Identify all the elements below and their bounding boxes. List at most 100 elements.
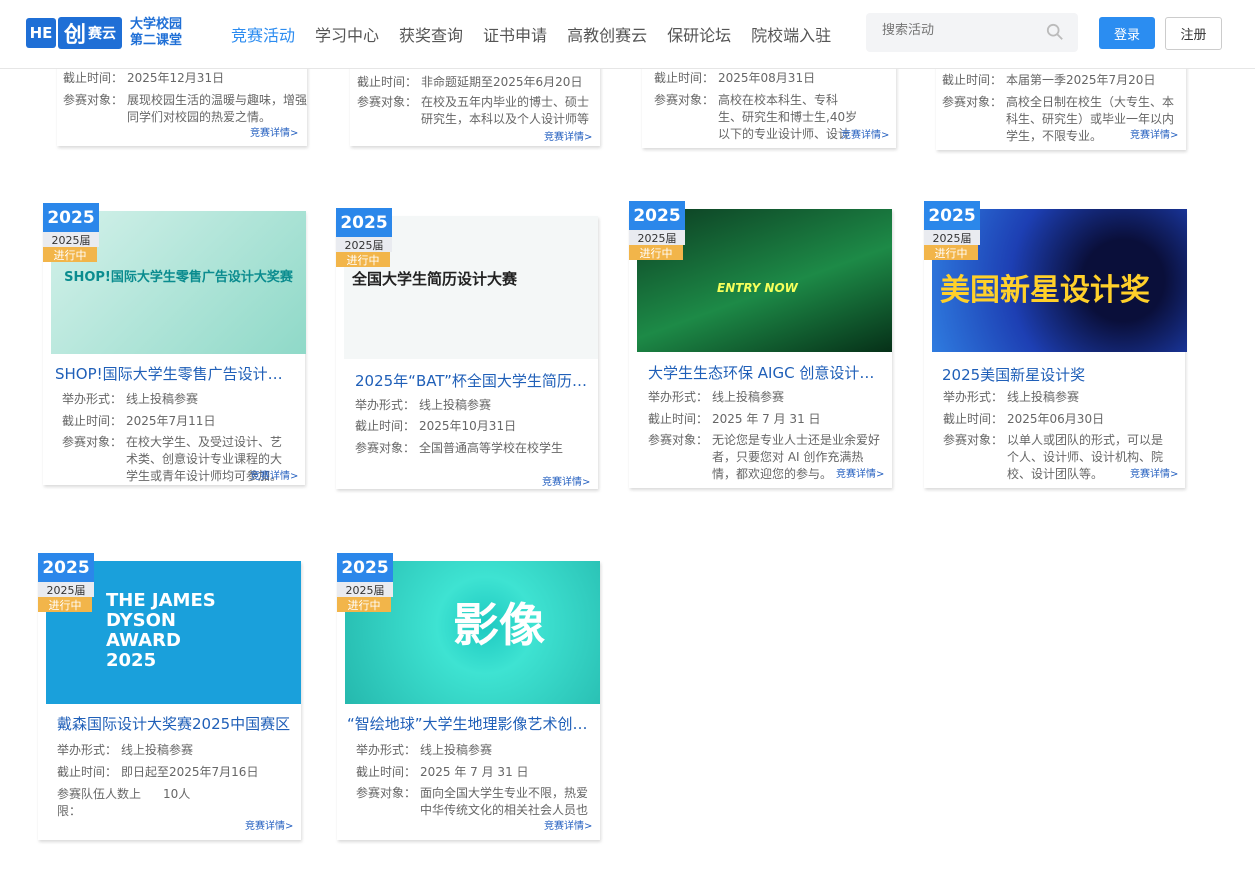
target-value: 全国普通高等学校在校学生: [419, 441, 564, 455]
badge-session: 2025届: [337, 582, 393, 597]
form-label: 举办形式：: [355, 398, 416, 412]
logo-line-2: 第二课堂: [130, 33, 183, 48]
target-label: 参赛对象：: [648, 433, 709, 447]
register-button[interactable]: 注册: [1165, 17, 1222, 50]
detail-link[interactable]: 竞赛详情>: [841, 126, 889, 141]
target-label: 参赛对象：: [356, 786, 417, 800]
year-badge: 2025 2025届 进行中: [629, 201, 685, 260]
detail-link[interactable]: 竞赛详情>: [1130, 465, 1178, 480]
badge-session: 2025届: [38, 582, 94, 597]
poster-title: SHOP!国际大学生零售广告设计大奖赛: [64, 270, 293, 285]
logo-subtitle: 大学校园 第二课堂: [130, 17, 182, 49]
logo-line-1: 大学校园: [130, 17, 183, 32]
deadline-value: 2025年10月31日: [419, 419, 517, 433]
badge-year: 2025: [924, 201, 980, 230]
form-label: 举办形式：: [943, 390, 1004, 404]
target-label: 参赛对象：: [355, 441, 416, 455]
badge-year: 2025: [336, 208, 392, 237]
nav-competitions[interactable]: 竞赛活动: [231, 22, 295, 46]
badge-session: 2025届: [924, 230, 980, 245]
target-label: 参赛对象：: [357, 95, 418, 109]
deadline-value: 2025年12月31日: [127, 71, 225, 85]
form-label: 举办形式：: [62, 392, 123, 406]
target-value: 面向全国大学生专业不限，热爱中华传统文化的相关社会人员也可参加。: [420, 786, 589, 817]
badge-status: 进行中: [38, 597, 92, 612]
year-badge: 2025 2025届 进行中: [43, 203, 99, 262]
badge-session: 2025届: [336, 237, 392, 252]
deadline-label: 截止时间：: [355, 419, 416, 433]
nav-school-join[interactable]: 院校端入驻: [751, 22, 831, 46]
deadline-value: 即日起至2025年7月16日: [121, 765, 259, 779]
nav-learning-center[interactable]: 学习中心: [315, 22, 379, 46]
year-badge: 2025 2025届 进行中: [924, 201, 980, 260]
poster-title: 美国新星设计奖: [940, 273, 1150, 308]
poster-title: 全国大学生简历设计大赛: [352, 270, 518, 288]
form-value: 线上投稿参赛: [419, 398, 492, 412]
year-badge: 2025 2025届 进行中: [336, 208, 392, 267]
target-label: 参赛对象：: [63, 93, 124, 107]
target-label: 参赛对象：: [943, 433, 1004, 447]
target-label: 参赛对象：: [654, 93, 715, 107]
nav-certificate[interactable]: 证书申请: [483, 22, 547, 46]
deadline-value: 2025 年 7 月 31 日: [420, 765, 529, 779]
target-value: 高校在校本科生、专科生、研究生和博士生,40岁以下的专业设计师、设计爱好者...: [718, 93, 858, 141]
form-label: 举办形式：: [356, 743, 417, 757]
deadline-label: 截止时间：: [943, 412, 1004, 426]
detail-link[interactable]: 竞赛详情>: [245, 817, 293, 832]
deadline-value: 2025年06月30日: [1007, 412, 1105, 426]
year-badge: 2025 2025届 进行中: [337, 553, 393, 612]
form-value: 线上投稿参赛: [121, 743, 194, 757]
detail-link[interactable]: 竞赛详情>: [250, 467, 298, 482]
logo-box: 创 赛云: [58, 17, 123, 49]
competition-title[interactable]: SHOP!国际大学生零售广告设计大奖赛: [55, 363, 297, 384]
badge-session: 2025届: [629, 230, 685, 245]
nav-forum[interactable]: 保研论坛: [667, 22, 731, 46]
competition-title[interactable]: 2025美国新星设计奖: [942, 364, 1182, 385]
deadline-value: 2025 年 7 月 31 日: [712, 412, 821, 426]
deadline-value: 2025年7月11日: [126, 414, 216, 428]
detail-link[interactable]: 竞赛详情>: [250, 124, 298, 139]
search-icon[interactable]: [1046, 23, 1064, 41]
badge-year: 2025: [629, 201, 685, 230]
detail-link[interactable]: 竞赛详情>: [1130, 126, 1178, 141]
search-box: [866, 13, 1078, 52]
search-input[interactable]: [880, 22, 1044, 39]
badge-status: 进行中: [336, 252, 390, 267]
deadline-value: 本届第一季2025年7月20日: [1006, 73, 1156, 87]
login-button[interactable]: 登录: [1099, 17, 1155, 49]
target-label: 参赛对象：: [942, 95, 1003, 109]
competition-title[interactable]: 2025年“BAT”杯全国大学生简历设计大赛: [355, 370, 595, 391]
form-value: 线上投稿参赛: [712, 390, 785, 404]
deadline-label: 截止时间：: [62, 414, 123, 428]
competition-title[interactable]: 戴森国际设计大奖赛2025中国赛区: [57, 713, 297, 734]
form-value: 线上投稿参赛: [126, 392, 199, 406]
detail-link[interactable]: 竞赛详情>: [544, 128, 592, 143]
detail-link[interactable]: 竞赛详情>: [542, 473, 590, 488]
detail-link[interactable]: 竞赛详情>: [544, 817, 592, 832]
poster-title: ENTRY NOW: [717, 281, 798, 295]
team-value: 10人: [163, 787, 191, 801]
form-label: 举办形式：: [57, 743, 118, 757]
deadline-label: 截止时间：: [63, 71, 124, 85]
logo-small-text: 赛云: [88, 26, 117, 42]
badge-status: 进行中: [924, 245, 978, 260]
badge-session: 2025届: [43, 232, 99, 247]
form-value: 线上投稿参赛: [1007, 390, 1080, 404]
nav-cloud[interactable]: 高教创赛云: [567, 22, 647, 46]
competition-title[interactable]: 大学生生态环保 AIGC 创意设计大赛: [648, 362, 888, 383]
deadline-label: 截止时间：: [356, 765, 417, 779]
nav-award-query[interactable]: 获奖查询: [399, 22, 463, 46]
competition-title[interactable]: “智绘地球”大学生地理影像艺术创作大赛: [347, 713, 599, 734]
deadline-label: 截止时间：: [654, 71, 715, 85]
form-value: 线上投稿参赛: [420, 743, 493, 757]
detail-link[interactable]: 竞赛详情>: [836, 465, 884, 480]
badge-year: 2025: [43, 203, 99, 232]
deadline-label: 截止时间：: [648, 412, 709, 426]
badge-status: 进行中: [43, 247, 97, 262]
target-value: 在校及五年内毕业的博士、硕士研究生，本科以及个人设计师等: [421, 95, 590, 126]
deadline-label: 截止时间：: [57, 765, 118, 779]
team-label: 参赛队伍人数上限：: [57, 787, 142, 818]
site-logo[interactable]: HE 创 赛云 大学校园 第二课堂: [26, 16, 182, 50]
badge-status: 进行中: [629, 245, 683, 260]
badge-status: 进行中: [337, 597, 391, 612]
